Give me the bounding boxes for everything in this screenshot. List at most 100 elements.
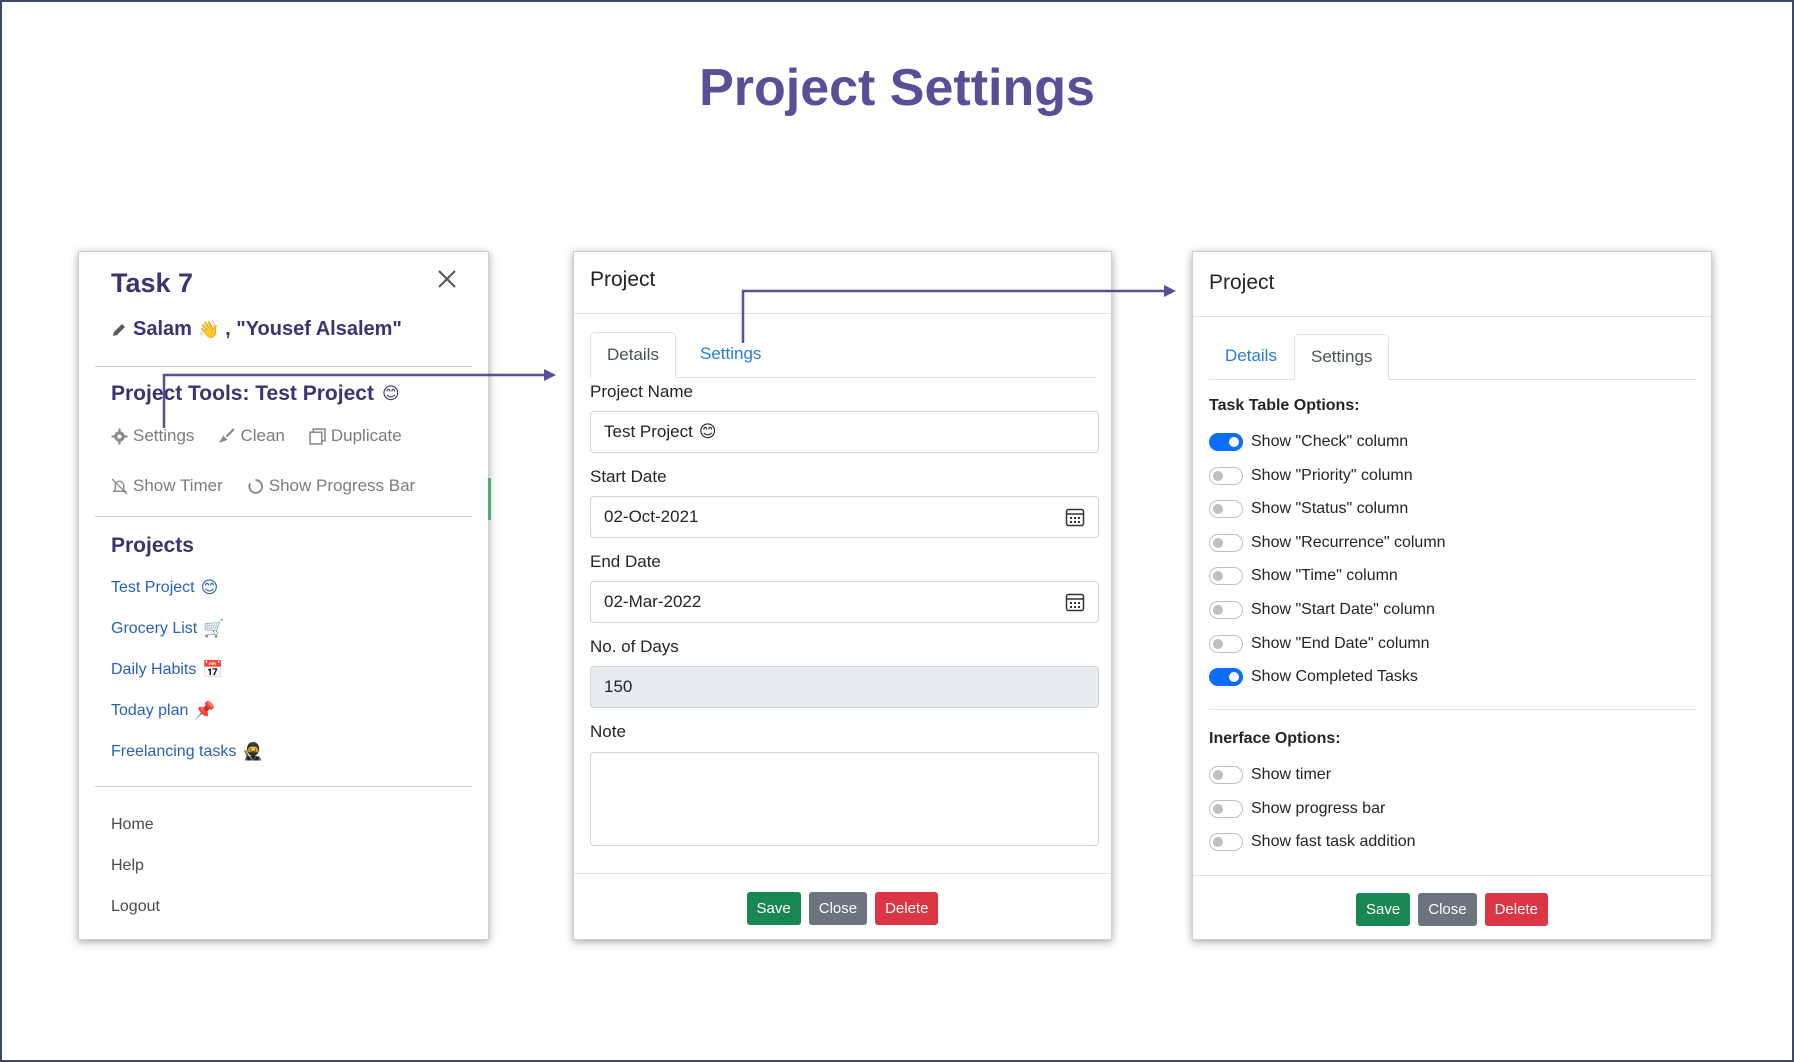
- option-toggle[interactable]: Show Completed Tasks: [1209, 668, 1418, 687]
- calendar-icon[interactable]: [1065, 507, 1085, 527]
- smile-icon: 😊: [200, 578, 219, 597]
- project-link[interactable]: Today plan 📌: [111, 701, 216, 721]
- toggle-switch[interactable]: [1209, 433, 1243, 451]
- tab-settings[interactable]: Settings: [684, 332, 777, 378]
- option-label: Show "Recurrence" column: [1251, 533, 1446, 551]
- toggle-switch[interactable]: [1209, 567, 1243, 586]
- divider: [1209, 709, 1697, 710]
- close-icon[interactable]: [436, 268, 458, 290]
- modal-footer: Save Close Delete: [574, 892, 1111, 925]
- circle-notch-icon: [248, 478, 263, 494]
- calendar-icon: 📅: [202, 660, 224, 679]
- nav-logout[interactable]: Logout: [111, 898, 160, 916]
- tab-bar: Details Settings: [1209, 334, 1697, 380]
- option-toggle[interactable]: Show progress bar: [1209, 799, 1385, 818]
- start-date-value: 02-Oct-2021: [604, 507, 699, 526]
- calendar-icon[interactable]: [1065, 592, 1085, 612]
- delete-button[interactable]: Delete: [875, 892, 939, 925]
- option-toggle[interactable]: Show "Recurrence" column: [1209, 533, 1446, 552]
- sidebar-panel: Task 7 Salam 👋 , "Yousef Alsalem" Projec…: [78, 251, 491, 940]
- tool-row: Settings Clean Duplicate: [111, 426, 402, 446]
- toggle-switch[interactable]: [1209, 533, 1243, 552]
- end-date-input[interactable]: 02-Mar-2022: [590, 581, 1099, 623]
- save-button[interactable]: Save: [746, 892, 801, 925]
- close-button[interactable]: Close: [1418, 893, 1477, 926]
- duplicate-tool[interactable]: Duplicate: [309, 426, 402, 446]
- smile-icon: 😊: [698, 422, 717, 441]
- task-table-options-title: Task Table Options:: [1209, 397, 1360, 414]
- toggle-switch[interactable]: [1209, 634, 1243, 653]
- bell-slash-icon: [111, 478, 128, 494]
- divider: [95, 786, 472, 787]
- project-link[interactable]: Daily Habits 📅: [111, 660, 224, 680]
- project-link[interactable]: Freelancing tasks 🥷: [111, 742, 264, 762]
- show-timer-toggle[interactable]: Show Timer: [111, 476, 223, 496]
- modal-title: Project: [1209, 271, 1275, 294]
- option-label: Show "Check" column: [1251, 433, 1409, 450]
- delete-button[interactable]: Delete: [1484, 893, 1548, 926]
- wave-icon: 👋: [197, 319, 220, 339]
- cart-icon: 🛒: [203, 619, 225, 638]
- pin-icon: 📌: [194, 701, 216, 720]
- toggle-switch[interactable]: [1209, 799, 1243, 818]
- clean-tool-label: Clean: [240, 426, 285, 445]
- project-tools-title: Project Tools: Test Project 😊: [111, 382, 400, 406]
- scroll-indicator: [488, 478, 491, 520]
- option-label: Show Completed Tasks: [1251, 668, 1418, 686]
- option-toggle[interactable]: Show "Priority" column: [1209, 466, 1413, 485]
- option-label: Show "Status" column: [1251, 500, 1409, 518]
- modal-footer-divider: [574, 873, 1111, 874]
- days-input: 150: [590, 666, 1099, 708]
- broom-icon: [219, 427, 236, 443]
- duplicate-tool-label: Duplicate: [330, 426, 402, 445]
- toggle-switch[interactable]: [1209, 466, 1243, 485]
- show-progress-toggle[interactable]: Show Progress Bar: [247, 476, 415, 496]
- option-toggle[interactable]: Show "Check" column: [1209, 433, 1408, 451]
- page-title: Project Settings: [699, 59, 1095, 117]
- note-textarea[interactable]: [590, 752, 1099, 846]
- option-toggle[interactable]: Show "Time" column: [1209, 567, 1398, 586]
- greeting: Salam 👋 , "Yousef Alsalem": [111, 318, 402, 341]
- option-label: Show timer: [1251, 766, 1332, 783]
- show-timer-label: Show Timer: [133, 476, 223, 495]
- tab-details[interactable]: Details: [1209, 334, 1293, 380]
- toggle-switch[interactable]: [1209, 601, 1243, 619]
- project-link[interactable]: Test Project 😊: [111, 578, 218, 598]
- toggle-switch[interactable]: [1209, 833, 1243, 852]
- toggle-switch[interactable]: [1209, 668, 1243, 687]
- project-name-input[interactable]: Test Project 😊: [590, 411, 1099, 453]
- end-date-value: 02-Mar-2022: [604, 592, 702, 611]
- project-name: Daily Habits: [111, 661, 197, 678]
- save-button[interactable]: Save: [1356, 893, 1411, 926]
- days-value: 150: [604, 677, 633, 696]
- user-name: , "Yousef Alsalem": [225, 318, 402, 340]
- project-name-value: Test Project: [604, 422, 693, 441]
- start-date-label: Start Date: [590, 467, 667, 486]
- tab-details[interactable]: Details: [590, 332, 676, 378]
- option-label: Show "Start Date" column: [1251, 601, 1435, 618]
- settings-tool[interactable]: Settings: [111, 426, 194, 446]
- project-link[interactable]: Grocery List 🛒: [111, 619, 224, 639]
- close-button[interactable]: Close: [808, 892, 868, 925]
- project-name: Today plan: [111, 702, 189, 719]
- nav-help[interactable]: Help: [111, 857, 144, 875]
- smile-icon: 😊: [381, 384, 400, 403]
- projects-title: Projects: [111, 534, 194, 557]
- option-toggle[interactable]: Show "Start Date" column: [1209, 601, 1435, 619]
- start-date-input[interactable]: 02-Oct-2021: [590, 496, 1099, 538]
- modal-title: Project: [590, 268, 656, 291]
- option-toggle[interactable]: Show "End Date" column: [1209, 634, 1430, 653]
- toggle-switch[interactable]: [1209, 766, 1243, 784]
- option-toggle[interactable]: Show timer: [1209, 766, 1331, 784]
- show-progress-label: Show Progress Bar: [268, 476, 416, 495]
- option-label: Show "Priority" column: [1251, 466, 1413, 484]
- toggle-switch[interactable]: [1209, 500, 1243, 519]
- tab-settings[interactable]: Settings: [1294, 334, 1390, 380]
- nav-home[interactable]: Home: [111, 816, 154, 834]
- option-toggle[interactable]: Show fast task addition: [1209, 833, 1416, 852]
- gear-icon: [111, 428, 128, 444]
- option-toggle[interactable]: Show "Status" column: [1209, 500, 1409, 519]
- clean-tool[interactable]: Clean: [218, 426, 285, 446]
- interface-options-title: Inerface Options:: [1209, 730, 1341, 747]
- copy-icon: [309, 427, 326, 445]
